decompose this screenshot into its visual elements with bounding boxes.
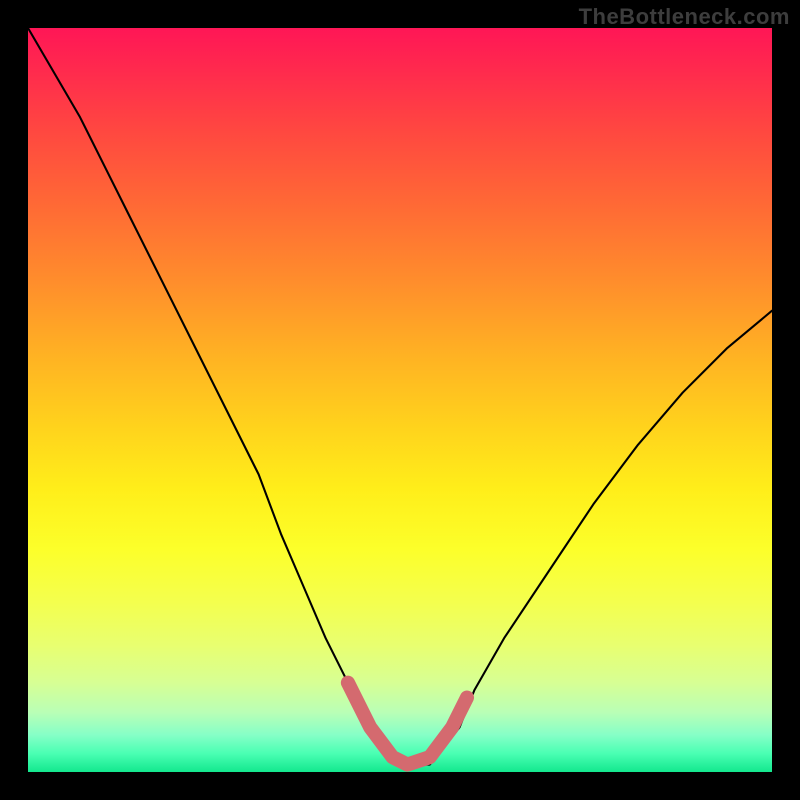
watermark-text: TheBottleneck.com (579, 4, 790, 30)
chart-svg (28, 28, 772, 772)
flat-minimum-highlight-path (348, 683, 467, 765)
chart-frame: TheBottleneck.com (0, 0, 800, 800)
plot-area (28, 28, 772, 772)
bottleneck-curve-path (28, 28, 772, 765)
